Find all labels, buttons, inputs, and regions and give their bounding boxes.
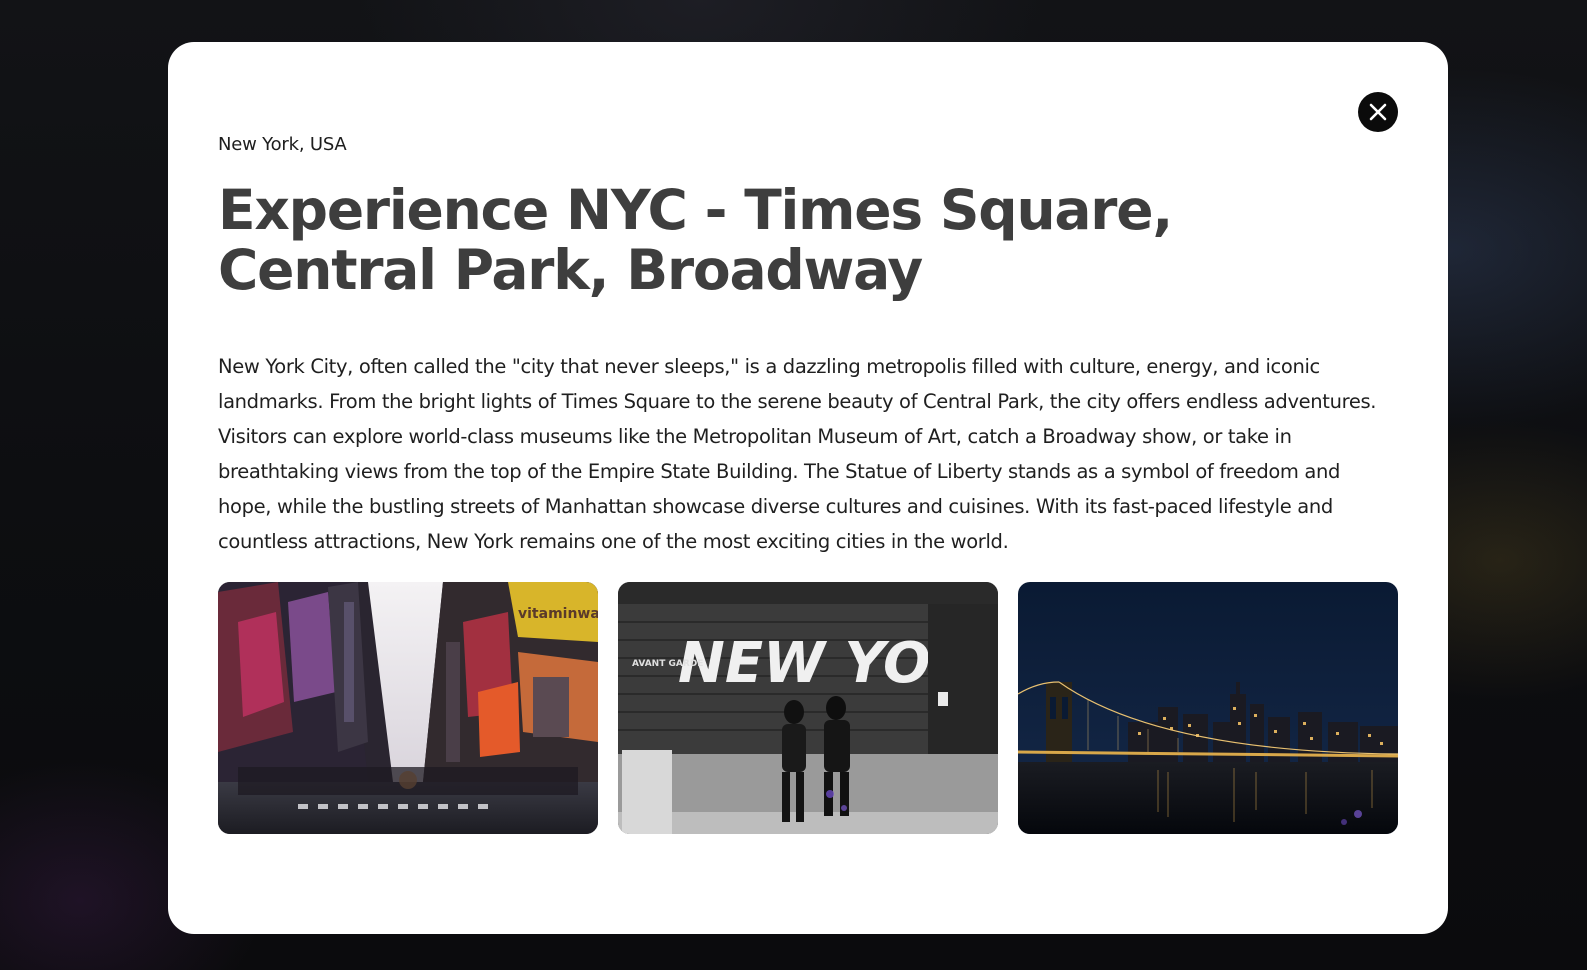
destination-description: New York City, often called the "city th…	[218, 355, 1377, 553]
times-square-image: vitaminwater zero	[218, 582, 598, 834]
skyline-image	[1018, 582, 1398, 834]
billboard-text: vitaminwater zero	[518, 606, 598, 622]
graffiti-photo[interactable]: NEW YORK! AVANT GARDE	[618, 582, 998, 834]
close-icon	[1369, 103, 1387, 121]
destination-modal: New York, USA Experience NYC - Times Squ…	[168, 42, 1448, 934]
modal-title: Experience NYC - Times Square, Central P…	[218, 178, 1173, 302]
graffiti-small-text: AVANT GARDE	[632, 659, 703, 669]
skyline-photo[interactable]	[1018, 582, 1398, 834]
location-label: New York, USA	[218, 134, 347, 155]
photo-gallery: vitaminwater zero NEW YORK!	[218, 582, 1398, 834]
close-button[interactable]	[1358, 92, 1398, 132]
times-square-photo[interactable]: vitaminwater zero	[218, 582, 598, 834]
graffiti-image: NEW YORK! AVANT GARDE	[618, 582, 998, 834]
